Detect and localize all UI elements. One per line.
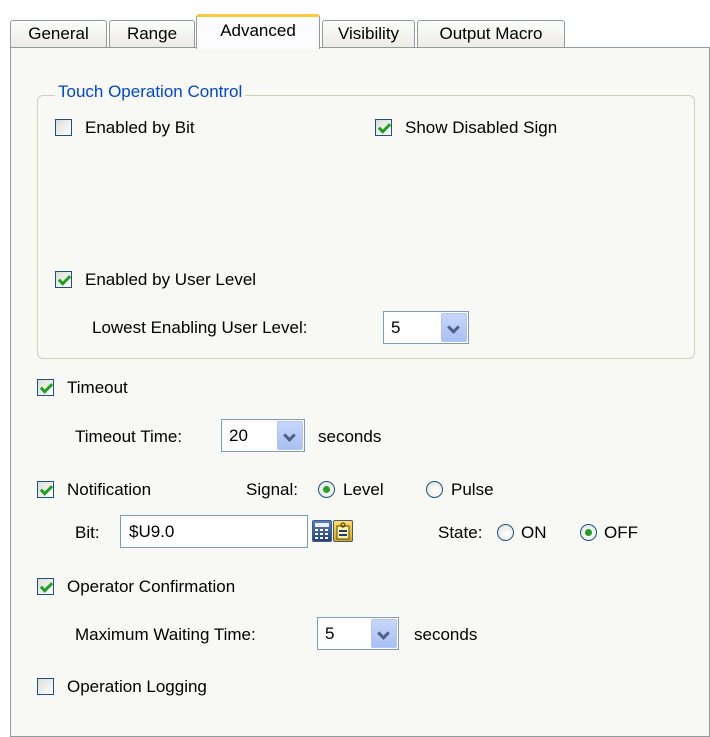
bit-label: Bit: <box>75 523 100 542</box>
signal-level-label: Level <box>343 480 384 499</box>
tab-output-macro[interactable]: Output Macro <box>417 20 565 47</box>
state-off-label: OFF <box>604 523 638 542</box>
enabled-by-bit-checkbox[interactable] <box>55 119 72 136</box>
signal-level-radio[interactable] <box>318 481 335 498</box>
chevron-down-icon[interactable] <box>277 421 303 450</box>
max-waiting-time-select[interactable]: 5 <box>317 617 399 650</box>
enabled-by-user-level-checkbox[interactable] <box>55 271 72 288</box>
show-disabled-sign-checkbox[interactable] <box>375 119 392 136</box>
operator-confirmation-label: Operator Confirmation <box>67 577 236 596</box>
notification-label: Notification <box>67 480 152 499</box>
notification-checkbox[interactable] <box>37 481 54 498</box>
max-waiting-time-label: Maximum Waiting Time: <box>75 625 256 644</box>
tab-label: Range <box>126 24 178 43</box>
timeout-unit-label: seconds <box>318 427 382 446</box>
lowest-user-level-value: 5 <box>391 318 401 337</box>
tab-label: Advanced <box>220 21 296 40</box>
timeout-time-select[interactable]: 20 <box>221 419 305 452</box>
chevron-down-icon[interactable] <box>371 619 397 648</box>
max-waiting-time-value: 5 <box>325 624 335 643</box>
operation-logging-checkbox[interactable] <box>37 678 54 695</box>
touch-operation-group-legend: Touch Operation Control <box>55 81 246 103</box>
operation-logging-label: Operation Logging <box>67 677 207 696</box>
state-on-radio[interactable] <box>497 524 514 541</box>
operator-confirmation-checkbox[interactable] <box>37 578 54 595</box>
bit-address-input[interactable]: $U9.0 <box>120 515 308 548</box>
enabled-by-bit-label: Enabled by Bit <box>85 118 195 137</box>
bit-address-value: $U9.0 <box>129 522 175 541</box>
tab-label: Visibility <box>337 24 400 43</box>
signal-pulse-radio[interactable] <box>426 481 443 498</box>
lowest-user-level-label: Lowest Enabling User Level: <box>92 318 308 337</box>
timeout-checkbox[interactable] <box>37 379 54 396</box>
timeout-time-label: Timeout Time: <box>75 427 183 446</box>
tab-visibility[interactable]: Visibility <box>322 20 415 47</box>
tab-range[interactable]: Range <box>109 20 195 47</box>
state-off-radio[interactable] <box>580 524 597 541</box>
signal-label: Signal: <box>246 480 298 499</box>
timeout-label: Timeout <box>67 378 128 397</box>
show-disabled-sign-label: Show Disabled Sign <box>405 118 558 137</box>
tab-label: Output Macro <box>439 24 543 43</box>
state-label: State: <box>438 523 483 542</box>
enabled-by-user-level-label: Enabled by User Level <box>85 270 257 289</box>
signal-pulse-label: Pulse <box>451 480 494 499</box>
tab-label: General <box>28 24 89 43</box>
lowest-user-level-select[interactable]: 5 <box>383 311 469 344</box>
max-waiting-unit-label: seconds <box>414 625 478 644</box>
tab-advanced[interactable]: Advanced <box>196 14 320 49</box>
tab-strip: General Range Advanced Visibility Output… <box>0 0 710 49</box>
state-on-label: ON <box>521 523 547 542</box>
chevron-down-icon[interactable] <box>441 313 467 342</box>
address-tag-icon[interactable] <box>333 520 353 542</box>
tab-general[interactable]: General <box>10 20 107 47</box>
timeout-time-value: 20 <box>229 426 248 445</box>
keypad-icon[interactable] <box>312 520 332 542</box>
